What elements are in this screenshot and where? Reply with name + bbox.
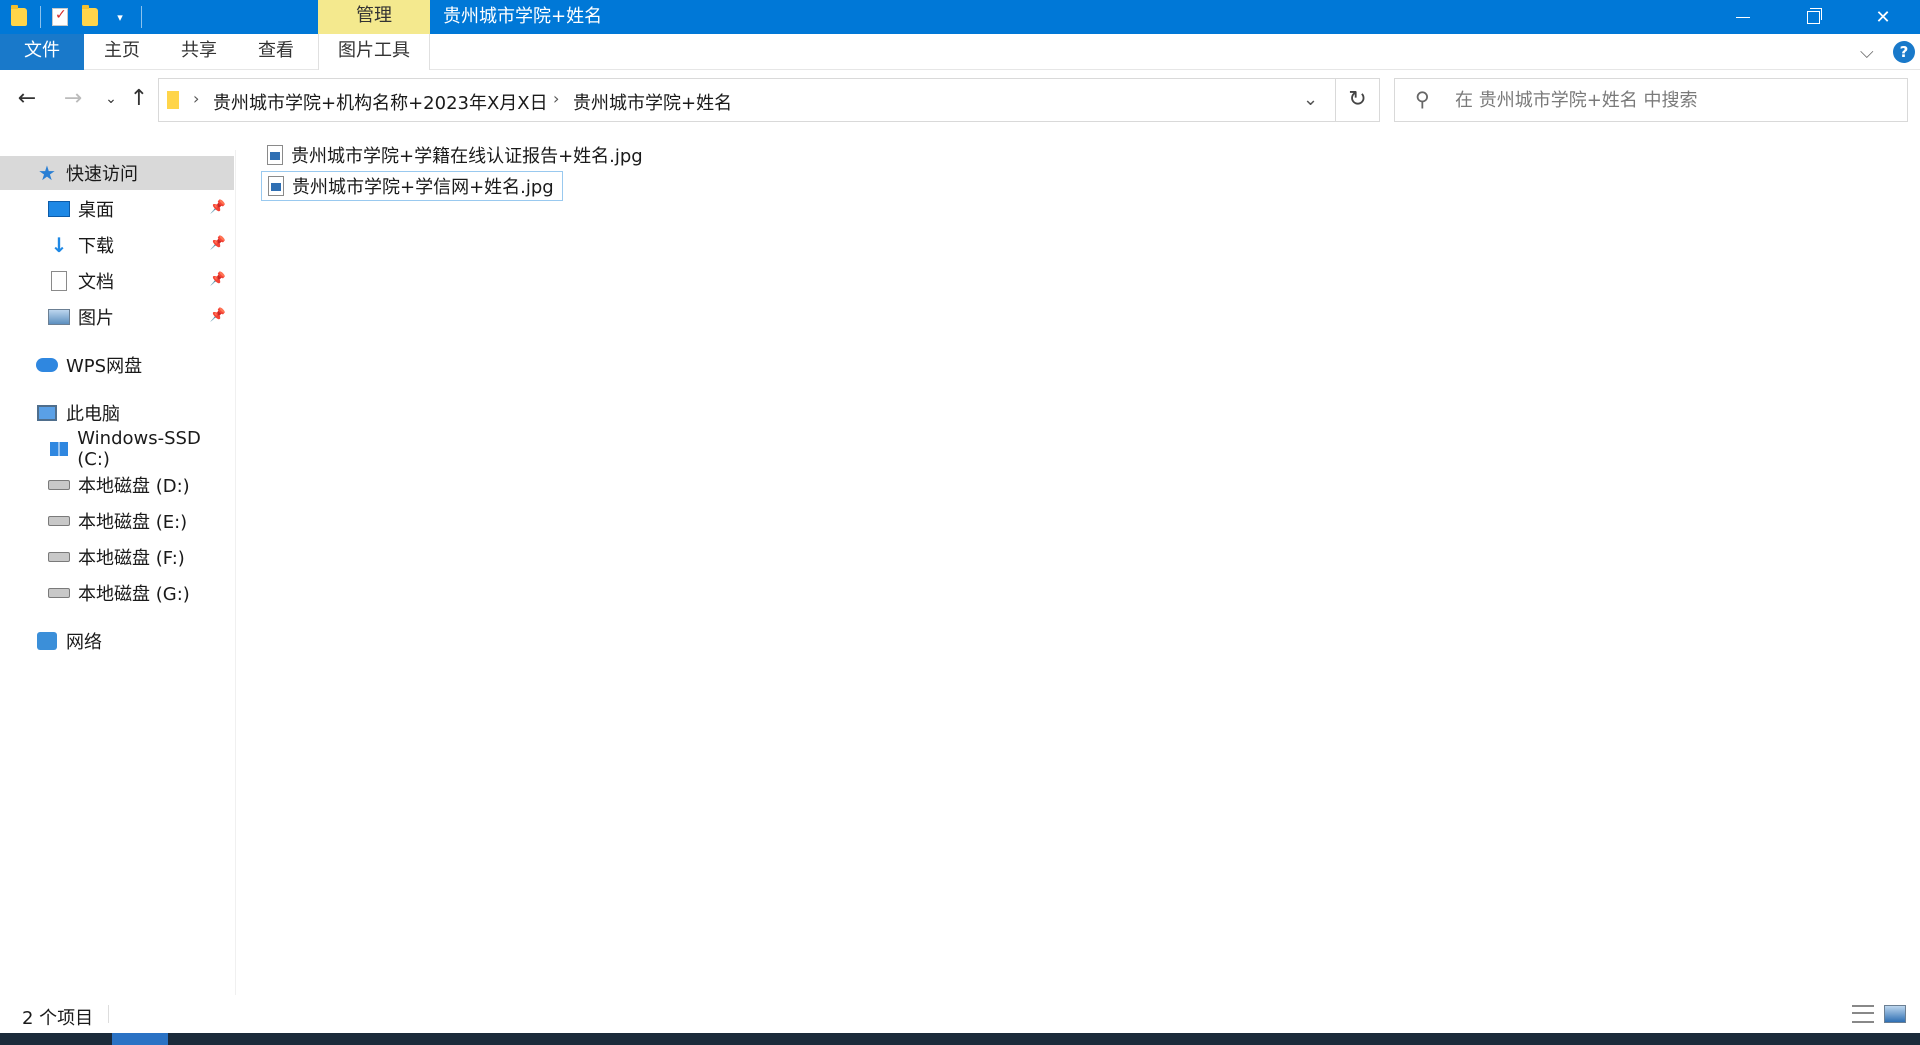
sidebar-item-documents[interactable]: 文档 📌 — [0, 264, 234, 298]
large-icons-view-icon[interactable] — [1884, 1005, 1906, 1023]
sidebar-item-label: Windows-SSD (C:) — [77, 428, 201, 470]
quick-access-toolbar: ▾ — [0, 0, 142, 34]
hard-disk-icon — [48, 474, 70, 496]
sidebar-item-label: 下载 — [78, 236, 114, 257]
help-icon[interactable]: ? — [1893, 41, 1915, 63]
image-file-icon — [268, 176, 284, 196]
ribbon-tabs: 文件 主页 共享 查看 图片工具 ⌵ ? — [0, 34, 1920, 70]
up-arrow-icon[interactable]: ↑ — [124, 84, 154, 114]
hard-disk-icon — [48, 546, 70, 568]
file-name: 贵州城市学院+学籍在线认证报告+姓名.jpg — [291, 146, 643, 167]
tab-manage[interactable]: 管理 — [318, 0, 430, 34]
refresh-icon: ↻ — [1348, 87, 1367, 112]
sidebar-item-label: 本地磁盘 (F:) — [78, 548, 185, 569]
sidebar-item-network[interactable]: 网络 — [0, 624, 234, 658]
address-folder-icon — [167, 91, 179, 109]
sidebar-item-label: 网络 — [66, 632, 102, 653]
close-button[interactable]: ✕ — [1848, 0, 1918, 34]
image-file-icon — [267, 145, 283, 165]
status-bar: 2 个项目 — [0, 995, 1920, 1033]
item-count: 2 个项目 — [22, 1008, 94, 1029]
address-history-chevron-icon[interactable]: ⌄ — [1303, 89, 1318, 110]
refresh-button[interactable]: ↻ — [1336, 78, 1380, 122]
minimize-button[interactable] — [1708, 0, 1778, 34]
restore-icon — [1806, 7, 1822, 24]
title-bar: ▾ 管理 贵州城市学院+姓名 ✕ — [0, 0, 1920, 34]
sidebar-item-label: 本地磁盘 (G:) — [78, 584, 190, 605]
toolbar-divider — [40, 6, 41, 28]
sidebar-item-downloads[interactable]: ↓ 下载 📌 — [0, 228, 234, 262]
sidebar-item-this-pc[interactable]: 此电脑 — [0, 396, 234, 430]
list-item[interactable]: 贵州城市学院+学籍在线认证报告+姓名.jpg — [261, 140, 651, 170]
navigation-bar: ← → ⌄ ↑ › 贵州城市学院+机构名称+2023年X月X日 › 贵州城市学院… — [0, 70, 1920, 130]
tab-home[interactable]: 主页 — [96, 34, 148, 70]
forward-arrow-icon[interactable]: → — [58, 84, 88, 114]
pictures-icon — [48, 306, 70, 328]
new-folder-icon[interactable] — [79, 5, 101, 28]
sidebar-item-drive-e[interactable]: 本地磁盘 (E:) — [0, 504, 234, 538]
sidebar-item-label: 桌面 — [78, 200, 114, 221]
properties-icon[interactable] — [49, 6, 71, 28]
window-title: 贵州城市学院+姓名 — [443, 6, 603, 27]
recent-locations-chevron-icon[interactable]: ⌄ — [96, 84, 126, 114]
details-view-icon[interactable] — [1852, 1005, 1874, 1023]
hard-disk-icon — [48, 582, 70, 604]
list-item[interactable]: 贵州城市学院+学信网+姓名.jpg — [261, 171, 563, 201]
computer-icon — [36, 402, 58, 424]
sidebar-item-label: 文档 — [78, 272, 114, 293]
sidebar-item-desktop[interactable]: 桌面 📌 — [0, 192, 234, 226]
document-icon — [48, 270, 70, 292]
customize-dropdown-icon[interactable]: ▾ — [109, 6, 131, 28]
download-arrow-icon: ↓ — [50, 233, 68, 257]
sidebar-item-quick-access[interactable]: ★ 快速访问 — [0, 156, 234, 190]
sidebar-item-label: 本地磁盘 (D:) — [78, 476, 190, 497]
breadcrumb-segment-parent[interactable]: 贵州城市学院+机构名称+2023年X月X日 — [213, 89, 548, 115]
file-name: 贵州城市学院+学信网+姓名.jpg — [292, 177, 554, 198]
search-box[interactable]: ⚲ — [1394, 78, 1908, 122]
expand-ribbon-chevron-icon[interactable]: ⌵ — [1860, 42, 1874, 63]
restore-button[interactable] — [1778, 0, 1848, 34]
breadcrumb-segment-current[interactable]: 贵州城市学院+姓名 — [573, 89, 732, 115]
search-icon: ⚲ — [1415, 87, 1430, 111]
navigation-pane: ★ 快速访问 桌面 📌 ↓ 下载 📌 文档 📌 图片 📌 WPS网盘 此电脑 W… — [0, 150, 236, 995]
pin-icon[interactable]: 📌 — [210, 308, 226, 323]
sidebar-item-drive-d[interactable]: 本地磁盘 (D:) — [0, 468, 234, 502]
sidebar-item-drive-g[interactable]: 本地磁盘 (G:) — [0, 576, 234, 610]
tab-view[interactable]: 查看 — [250, 34, 302, 70]
sidebar-item-wps-cloud[interactable]: WPS网盘 — [0, 348, 234, 382]
sidebar-item-label: WPS网盘 — [66, 356, 143, 377]
desktop-icon — [48, 198, 70, 220]
windows-drive-icon — [48, 438, 69, 460]
address-bar[interactable]: › 贵州城市学院+机构名称+2023年X月X日 › 贵州城市学院+姓名 ⌄ — [158, 78, 1336, 122]
search-input[interactable] — [1455, 79, 1895, 121]
tab-share[interactable]: 共享 — [173, 34, 225, 70]
sidebar-item-label: 本地磁盘 (E:) — [78, 512, 188, 533]
sidebar-item-label: 快速访问 — [66, 164, 138, 185]
star-icon: ★ — [38, 161, 56, 185]
sidebar-item-label: 图片 — [78, 308, 114, 329]
pin-icon[interactable]: 📌 — [210, 200, 226, 215]
status-divider — [108, 1005, 109, 1023]
hard-disk-icon — [48, 510, 70, 532]
sidebar-item-label: 此电脑 — [66, 404, 120, 425]
breadcrumb-chevron-icon[interactable]: › — [553, 89, 559, 108]
pin-icon[interactable]: 📌 — [210, 272, 226, 287]
network-icon — [36, 630, 58, 652]
tab-picture-tools[interactable]: 图片工具 — [318, 34, 430, 70]
sidebar-item-pictures[interactable]: 图片 📌 — [0, 300, 234, 334]
breadcrumb-chevron-icon[interactable]: › — [193, 89, 199, 108]
taskbar-strip — [0, 1033, 1920, 1045]
sidebar-item-drive-f[interactable]: 本地磁盘 (F:) — [0, 540, 234, 574]
pin-icon[interactable]: 📌 — [210, 236, 226, 251]
close-icon: ✕ — [1875, 6, 1891, 28]
taskbar-active-indicator — [112, 1033, 168, 1045]
file-list: 贵州城市学院+学籍在线认证报告+姓名.jpg 贵州城市学院+学信网+姓名.jpg — [237, 130, 1920, 995]
toolbar-divider — [141, 6, 142, 28]
sidebar-item-drive-c[interactable]: Windows-SSD (C:) — [0, 428, 234, 470]
minimize-icon — [1736, 16, 1750, 18]
folder-icon[interactable] — [8, 5, 30, 28]
cloud-icon — [36, 354, 58, 376]
back-arrow-icon[interactable]: ← — [12, 84, 42, 114]
tab-file[interactable]: 文件 — [0, 34, 84, 70]
